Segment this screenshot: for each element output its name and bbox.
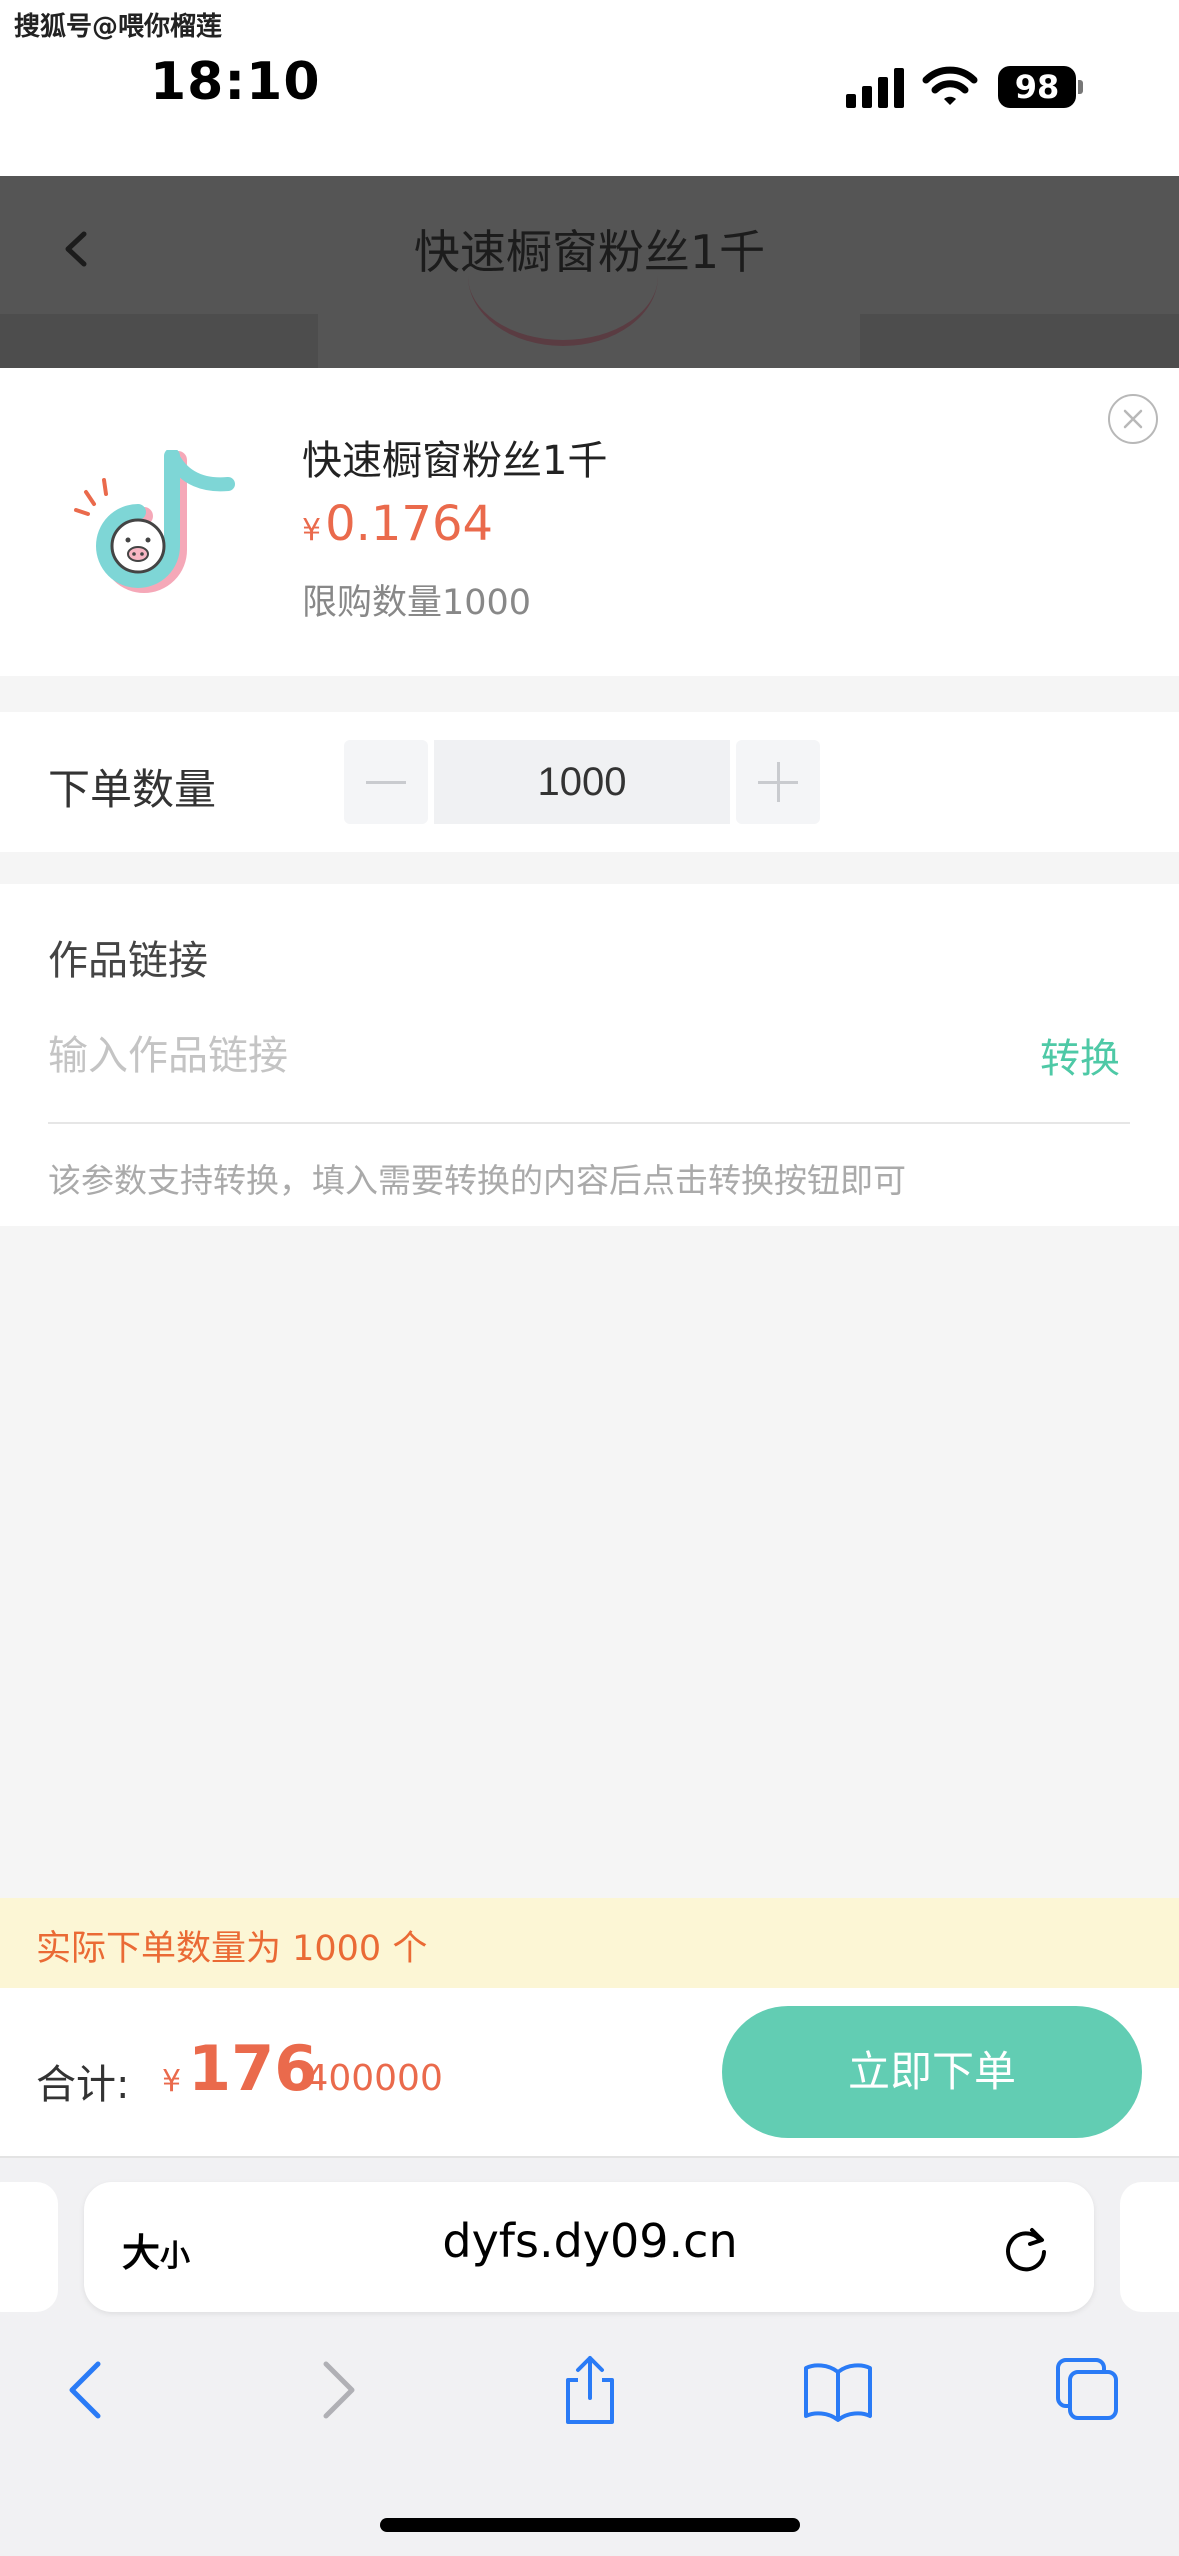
cellular-signal-icon <box>846 66 904 108</box>
link-label: 作品链接 <box>48 938 208 984</box>
previous-tab-peek[interactable] <box>0 2182 58 2312</box>
status-time: 18:10 <box>150 52 321 112</box>
back-nav-icon[interactable] <box>48 2352 124 2428</box>
divider <box>48 1122 1130 1124</box>
page-header: 快速橱窗粉丝1千 <box>0 176 1179 368</box>
convert-button[interactable]: 转换 <box>1040 1026 1120 1084</box>
link-input[interactable] <box>48 1022 1008 1090</box>
text-size-button[interactable]: 大小 <box>122 2222 190 2277</box>
plus-icon-vertical <box>777 762 780 802</box>
total-decimal: .400000 <box>294 2058 443 2099</box>
close-icon <box>1123 409 1143 429</box>
purchase-limit: 限购数量1000 <box>302 583 532 623</box>
forward-nav-icon[interactable] <box>300 2352 376 2428</box>
battery-icon: 98 <box>998 66 1076 108</box>
next-tab-peek[interactable] <box>1120 2182 1179 2312</box>
total-label: 合计: <box>36 2062 130 2108</box>
text-size-big: 大 <box>122 2231 161 2275</box>
product-price: ¥0.1764 <box>302 496 493 552</box>
link-hint: 该参数支持转换，填入需要转换的内容后点击转换按钮即可 <box>48 1161 906 1200</box>
minus-icon <box>366 781 406 784</box>
increase-quantity-button[interactable] <box>736 740 820 824</box>
header-backdrop <box>0 314 318 368</box>
total-currency: ¥ <box>162 2064 182 2099</box>
header-backdrop <box>860 314 1179 368</box>
tiktok-pig-logo-icon <box>74 450 235 593</box>
order-notice-text: 实际下单数量为 1000 个 <box>36 1929 428 1969</box>
url-text[interactable]: dyfs.dy09.cn <box>300 2214 880 2268</box>
product-name: 快速橱窗粉丝1千 <box>302 438 608 484</box>
close-button[interactable] <box>1108 394 1158 444</box>
quantity-input[interactable] <box>434 740 730 824</box>
reload-icon[interactable] <box>996 2218 1056 2278</box>
bookmarks-icon[interactable] <box>800 2352 876 2428</box>
share-icon[interactable] <box>552 2352 628 2428</box>
watermark: 搜狐号@喂你榴莲 <box>14 12 223 42</box>
back-arrow-icon[interactable] <box>48 216 108 282</box>
decrease-quantity-button[interactable] <box>344 740 428 824</box>
battery-tip <box>1078 80 1083 94</box>
quantity-label: 下单数量 <box>48 765 217 814</box>
text-size-small: 小 <box>160 2239 191 2274</box>
price-value: 0.1764 <box>325 496 494 552</box>
home-indicator <box>380 2518 800 2532</box>
page-title: 快速橱窗粉丝1千 <box>413 225 766 279</box>
tabs-icon[interactable] <box>1050 2352 1126 2428</box>
wifi-icon <box>922 66 978 105</box>
place-order-button[interactable]: 立即下单 <box>722 2006 1142 2138</box>
currency-symbol: ¥ <box>302 513 322 548</box>
